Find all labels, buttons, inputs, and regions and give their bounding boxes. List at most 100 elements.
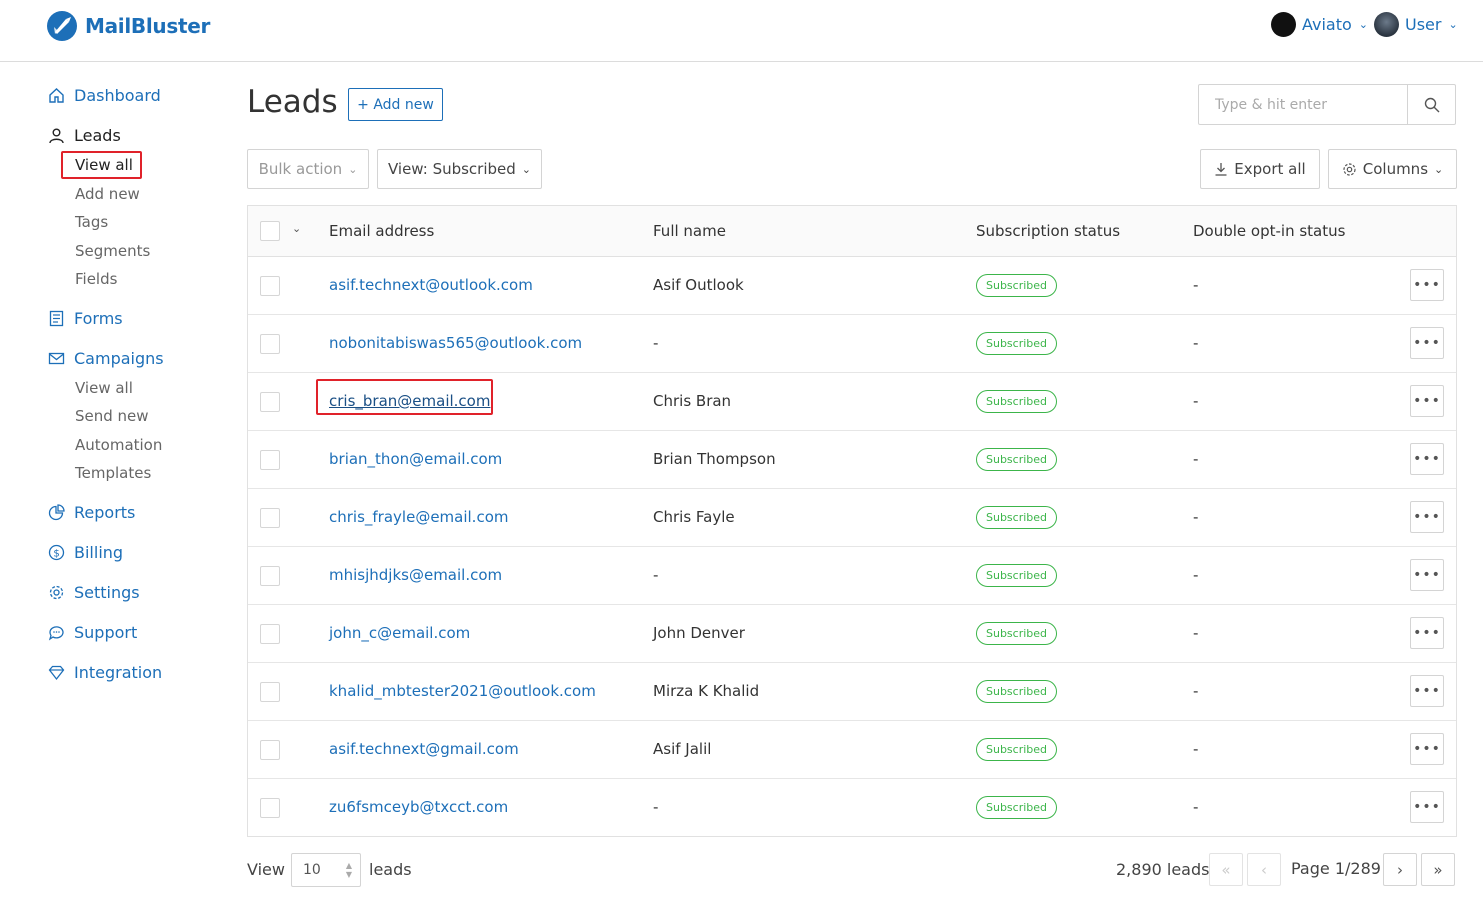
brand-logo[interactable]: MailBluster — [46, 10, 210, 42]
more-horizontal-icon: ••• — [1413, 625, 1441, 641]
status-badge: Subscribed — [976, 680, 1058, 703]
row-actions-button[interactable]: ••• — [1410, 791, 1444, 823]
gear-icon — [48, 584, 65, 601]
columns-dropdown[interactable]: Columns ⌄ — [1328, 149, 1457, 189]
row-actions-button[interactable]: ••• — [1410, 617, 1444, 649]
row-actions-button[interactable]: ••• — [1410, 327, 1444, 359]
sidebar-item-label: Forms — [74, 309, 123, 328]
sidebar-leads-segments[interactable]: Segments — [75, 242, 150, 260]
row-actions-button[interactable]: ••• — [1410, 733, 1444, 765]
sidebar-campaigns-templates[interactable]: Templates — [75, 464, 151, 482]
table-row: nobonitabiswas565@outlook.com - Subscribed… — [248, 315, 1456, 373]
export-all-button[interactable]: Export all — [1200, 149, 1320, 189]
sidebar-item-forms[interactable]: Forms — [48, 309, 123, 328]
row-checkbox[interactable] — [260, 566, 280, 586]
lead-email-link[interactable]: chris_frayle@email.com — [329, 508, 509, 526]
sidebar-campaigns-automation[interactable]: Automation — [75, 436, 162, 454]
table-row: cris_bran@email.com Chris Bran Subscribed -… — [248, 373, 1456, 431]
add-new-button[interactable]: + Add new — [348, 88, 443, 121]
stepper-arrows-icon: ▲ ▼ — [345, 861, 352, 879]
sidebar-leads-fields[interactable]: Fields — [75, 270, 117, 288]
lead-email-link[interactable]: nobonitabiswas565@outlook.com — [329, 334, 582, 352]
sidebar-leads-tags[interactable]: Tags — [75, 213, 108, 231]
row-checkbox[interactable] — [260, 740, 280, 760]
sidebar-item-dashboard[interactable]: Dashboard — [48, 86, 161, 105]
lead-full-name: Chris Fayle — [653, 508, 735, 526]
highlight-box — [316, 379, 493, 415]
lead-email-link[interactable]: asif.technext@gmail.com — [329, 740, 519, 758]
view-label: View — [247, 860, 285, 879]
more-horizontal-icon: ••• — [1413, 277, 1441, 293]
next-page-button[interactable]: › — [1383, 853, 1417, 886]
view-filter-dropdown[interactable]: View: Subscribed ⌄ — [377, 149, 542, 189]
bulk-action-dropdown[interactable]: Bulk action ⌄ — [247, 149, 369, 189]
row-actions-button[interactable]: ••• — [1410, 269, 1444, 301]
sidebar-item-campaigns[interactable]: Campaigns — [48, 349, 164, 368]
header-email: Email address — [329, 222, 435, 240]
more-horizontal-icon: ••• — [1413, 451, 1441, 467]
form-icon — [48, 310, 65, 327]
lead-email-link[interactable]: brian_thon@email.com — [329, 450, 502, 468]
chevron-down-icon[interactable]: ⌄ — [292, 222, 301, 235]
table-row: zu6fsmceyb@txcct.com - Subscribed - ••• — [248, 779, 1456, 837]
sidebar-item-support[interactable]: Support — [48, 623, 137, 642]
lead-full-name: - — [653, 334, 659, 352]
prev-page-button[interactable]: ‹ — [1247, 853, 1281, 886]
per-page-stepper[interactable]: 10 ▲ ▼ — [291, 853, 361, 887]
lead-full-name: Asif Jalil — [653, 740, 712, 758]
row-actions-button[interactable]: ••• — [1410, 385, 1444, 417]
lead-email-link[interactable]: khalid_mbtester2021@outlook.com — [329, 682, 596, 700]
bulk-action-label: Bulk action — [258, 160, 343, 178]
brand-name: MailBluster — [85, 14, 211, 38]
row-checkbox[interactable] — [260, 682, 280, 702]
chevron-down-icon: ⌄ — [1434, 162, 1444, 176]
row-checkbox[interactable] — [260, 276, 280, 296]
row-actions-button[interactable]: ••• — [1410, 501, 1444, 533]
last-page-button[interactable]: » — [1421, 853, 1455, 886]
lead-email-link[interactable]: john_c@email.com — [329, 624, 470, 642]
lead-email-link[interactable]: asif.technext@outlook.com — [329, 276, 533, 294]
diamond-icon — [48, 664, 65, 681]
status-badge: Subscribed — [976, 274, 1058, 297]
sidebar-item-settings[interactable]: Settings — [48, 583, 140, 602]
sidebar-item-integration[interactable]: Integration — [48, 663, 162, 682]
export-all-label: Export all — [1234, 160, 1306, 178]
sidebar-campaigns-view-all[interactable]: View all — [75, 379, 133, 397]
search-icon — [1424, 97, 1439, 112]
double-optin-status: - — [1193, 334, 1199, 352]
lead-email-link[interactable]: mhisjhdjks@email.com — [329, 566, 502, 584]
header-double-optin-status: Double opt-in status — [1193, 222, 1346, 240]
row-actions-button[interactable]: ••• — [1410, 443, 1444, 475]
row-actions-button[interactable]: ••• — [1410, 675, 1444, 707]
row-checkbox[interactable] — [260, 508, 280, 528]
org-menu[interactable]: Aviato ⌄ — [1271, 12, 1368, 37]
select-all-checkbox[interactable] — [260, 221, 280, 241]
sidebar-item-leads[interactable]: Leads — [48, 126, 121, 145]
lead-email-link[interactable]: zu6fsmceyb@txcct.com — [329, 798, 508, 816]
search-input[interactable] — [1199, 85, 1407, 124]
row-checkbox[interactable] — [260, 392, 280, 412]
user-avatar — [1374, 12, 1399, 37]
row-checkbox[interactable] — [260, 624, 280, 644]
org-avatar — [1271, 12, 1296, 37]
total-leads: 2,890 leads — [1116, 860, 1210, 879]
pie-chart-icon — [48, 504, 65, 521]
sidebar-item-label: Leads — [74, 126, 121, 145]
sidebar-campaigns-send-new[interactable]: Send new — [75, 407, 149, 425]
first-page-button[interactable]: « — [1209, 853, 1243, 886]
user-menu[interactable]: User ⌄ — [1374, 12, 1458, 37]
row-checkbox[interactable] — [260, 798, 280, 818]
row-checkbox[interactable] — [260, 450, 280, 470]
columns-label: Columns — [1362, 160, 1429, 178]
sidebar-leads-add-new[interactable]: Add new — [75, 185, 140, 203]
org-menu-label: Aviato — [1302, 15, 1352, 34]
row-checkbox[interactable] — [260, 334, 280, 354]
leads-label: leads — [369, 860, 412, 879]
per-page-value: 10 — [303, 862, 321, 878]
sidebar-item-billing[interactable]: $ Billing — [48, 543, 123, 562]
more-horizontal-icon: ••• — [1413, 567, 1441, 583]
row-actions-button[interactable]: ••• — [1410, 559, 1444, 591]
sidebar-item-reports[interactable]: Reports — [48, 503, 135, 522]
lead-full-name: Chris Bran — [653, 392, 732, 410]
search-button[interactable] — [1407, 85, 1455, 124]
